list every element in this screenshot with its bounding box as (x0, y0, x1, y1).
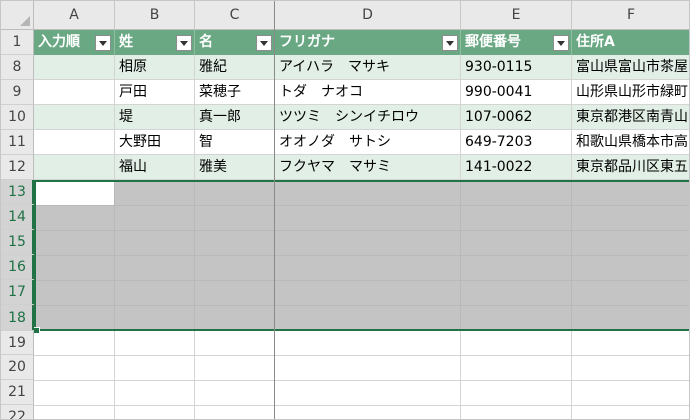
table-cell[interactable]: 富山県富山市茶屋 (572, 55, 689, 80)
row-header-8[interactable]: 8 (1, 55, 34, 80)
filter-dropdown-icon[interactable] (442, 35, 458, 51)
table-header-cell: 郵便番号 (461, 30, 572, 55)
table-cell[interactable]: 649-7203 (461, 130, 572, 155)
table-cell[interactable]: アイハラ マサキ (275, 55, 461, 80)
grid-line (34, 380, 689, 381)
table-header-label: 入力順 (38, 34, 80, 50)
table-header-label: 名 (199, 34, 213, 50)
filter-dropdown-icon[interactable] (553, 35, 569, 51)
select-all-triangle-icon (20, 16, 30, 26)
row-header-19[interactable]: 19 (1, 331, 34, 355)
row-header-20[interactable]: 20 (1, 355, 34, 380)
row-header-10[interactable]: 10 (1, 105, 34, 130)
table-header-cell: 名 (195, 30, 275, 55)
grid-line (34, 355, 689, 356)
table-cell[interactable]: 智 (195, 130, 275, 155)
select-all-corner[interactable] (1, 1, 34, 30)
table-cell[interactable] (34, 130, 115, 155)
row-header-16[interactable]: 16 (1, 255, 34, 280)
table-cell[interactable]: トダ ナオコ (275, 80, 461, 105)
fill-handle[interactable] (33, 327, 40, 334)
column-header-c[interactable]: C (195, 1, 275, 30)
table-header-label: 郵便番号 (465, 34, 521, 50)
filter-dropdown-icon[interactable] (95, 35, 111, 51)
row-header-21[interactable]: 21 (1, 380, 34, 405)
row-header-11[interactable]: 11 (1, 130, 34, 155)
table-cell[interactable] (34, 155, 115, 180)
row-header-15[interactable]: 15 (1, 230, 34, 255)
table-cell[interactable] (34, 55, 115, 80)
table-cell[interactable]: 東京都品川区東五 (572, 155, 689, 180)
table-cell[interactable]: 真一郎 (195, 105, 275, 130)
table-cell[interactable]: 菜穂子 (195, 80, 275, 105)
table-cell[interactable]: 930-0115 (461, 55, 572, 80)
table-cell[interactable]: 990-0041 (461, 80, 572, 105)
table-cell[interactable]: 雅美 (195, 155, 275, 180)
table-cell[interactable]: 141-0022 (461, 155, 572, 180)
table-cell[interactable] (34, 105, 115, 130)
table-header-label: フリガナ (279, 34, 335, 50)
column-header-b[interactable]: B (115, 1, 195, 30)
column-header-f[interactable]: F (572, 1, 689, 30)
table-cell[interactable]: 107-0062 (461, 105, 572, 130)
table-cell[interactable]: ツツミ シンイチロウ (275, 105, 461, 130)
table-cell[interactable]: 大野田 (115, 130, 195, 155)
grid-line (114, 331, 115, 419)
grid-line (194, 331, 195, 419)
grid-line (571, 331, 572, 419)
row-header-12[interactable]: 12 (1, 155, 34, 180)
table-cell[interactable]: フクヤマ マサミ (275, 155, 461, 180)
freeze-pane-divider (274, 1, 275, 419)
table-header-label: 住所A (576, 34, 615, 50)
table-header-cell: 入力順 (34, 30, 115, 55)
table-cell[interactable]: 東京都港区南青山 (572, 105, 689, 130)
filter-dropdown-icon[interactable] (176, 35, 192, 51)
selection-border (34, 180, 689, 331)
spreadsheet-grid[interactable]: A B C D E F 1 入力順 姓 名 フリガナ 郵便番号 住所A 8 相原… (0, 0, 690, 420)
row-header-18[interactable]: 18 (1, 305, 34, 331)
grid-line (460, 331, 461, 419)
table-cell[interactable] (34, 80, 115, 105)
column-header-a[interactable]: A (34, 1, 115, 30)
row-header-17[interactable]: 17 (1, 280, 34, 305)
filter-dropdown-icon[interactable] (256, 35, 272, 51)
table-header-cell: フリガナ (275, 30, 461, 55)
column-header-e[interactable]: E (461, 1, 572, 30)
row-header-22[interactable]: 22 (1, 405, 34, 419)
row-header-14[interactable]: 14 (1, 205, 34, 230)
row-header-9[interactable]: 9 (1, 80, 34, 105)
table-cell[interactable]: 戸田 (115, 80, 195, 105)
table-cell[interactable]: 堤 (115, 105, 195, 130)
grid-line (34, 405, 689, 406)
table-cell[interactable]: 相原 (115, 55, 195, 80)
row-header-13[interactable]: 13 (1, 180, 34, 205)
table-cell[interactable]: オオノダ サトシ (275, 130, 461, 155)
table-cell[interactable]: 福山 (115, 155, 195, 180)
table-cell[interactable]: 山形県山形市緑町 (572, 80, 689, 105)
column-header-d[interactable]: D (275, 1, 461, 30)
table-header-cell: 住所A (572, 30, 689, 55)
table-cell[interactable]: 雅紀 (195, 55, 275, 80)
table-header-cell: 姓 (115, 30, 195, 55)
row-header-1[interactable]: 1 (1, 30, 34, 55)
table-cell[interactable]: 和歌山県橋本市高 (572, 130, 689, 155)
table-header-label: 姓 (119, 34, 133, 50)
